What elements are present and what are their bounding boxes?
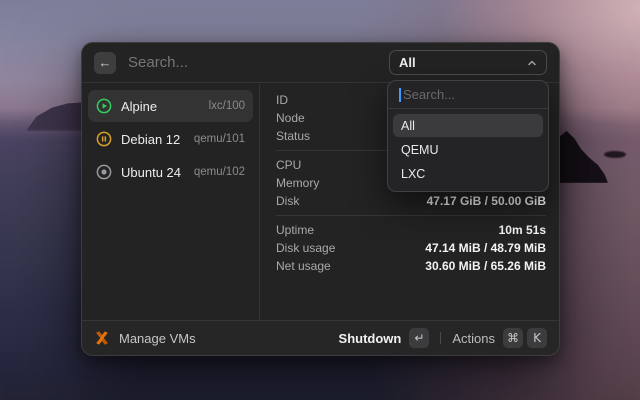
filter-search-input[interactable]: Search... bbox=[388, 81, 548, 109]
filter-option-qemu[interactable]: QEMU bbox=[393, 138, 543, 161]
back-button[interactable]: ← bbox=[94, 51, 116, 74]
list-item-debian[interactable]: Debian 12 qemu/101 bbox=[88, 123, 253, 155]
list-item-alpine[interactable]: Alpine lxc/100 bbox=[88, 90, 253, 122]
arrow-left-icon: ← bbox=[98, 55, 112, 70]
footer-actions: Shutdown ↵ Actions ⌘ K bbox=[339, 328, 547, 348]
vm-id-accessory: qemu/102 bbox=[193, 166, 245, 178]
detail-label: Node bbox=[276, 111, 305, 125]
detail-label: Disk usage bbox=[276, 241, 336, 255]
filter-selected-value: All bbox=[399, 55, 416, 70]
option-label: All bbox=[401, 118, 415, 133]
vm-id-accessory: lxc/100 bbox=[208, 100, 245, 112]
vm-name: Debian 12 bbox=[121, 131, 181, 147]
pause-circle-icon bbox=[96, 131, 112, 147]
launcher-window: ← Search... All Alpine lxc/100 Debian 12… bbox=[81, 42, 560, 356]
option-label: LXC bbox=[401, 166, 426, 181]
primary-action-button[interactable]: Shutdown bbox=[339, 331, 402, 346]
text-caret bbox=[399, 87, 401, 102]
filter-option-all[interactable]: All bbox=[393, 114, 543, 137]
header-bar: ← Search... All bbox=[82, 43, 559, 83]
search-input[interactable]: Search... bbox=[128, 54, 188, 71]
filter-options: All QEMU LXC bbox=[388, 109, 548, 191]
cmd-key-badge: ⌘ bbox=[503, 328, 523, 348]
detail-row-net-usage: Net usage 30.60 MiB / 65.26 MiB bbox=[276, 257, 546, 275]
return-key-badge: ↵ bbox=[409, 328, 430, 348]
vm-name: Alpine bbox=[121, 98, 158, 114]
detail-label: Status bbox=[276, 129, 311, 143]
detail-row-disk-usage: Disk usage 47.14 MiB / 48.79 MiB bbox=[276, 239, 546, 257]
vm-list: Alpine lxc/100 Debian 12 qemu/101 Ubuntu… bbox=[82, 84, 259, 320]
filter-dropdown-trigger[interactable]: All bbox=[389, 50, 547, 75]
detail-value: 47.14 MiB / 48.79 MiB bbox=[425, 241, 546, 255]
detail-label: Memory bbox=[276, 176, 320, 190]
vm-name: Ubuntu 24 bbox=[121, 164, 181, 180]
detail-group-divider bbox=[276, 215, 546, 216]
detail-label: Disk bbox=[276, 194, 300, 208]
app-title: Manage VMs bbox=[119, 330, 196, 346]
play-circle-icon bbox=[96, 98, 112, 114]
detail-row-uptime: Uptime 10m 51s bbox=[276, 221, 546, 239]
option-label: QEMU bbox=[401, 142, 439, 157]
detail-label: ID bbox=[276, 93, 288, 107]
proxmox-icon bbox=[94, 330, 110, 346]
detail-row-disk: Disk 47.17 GiB / 50.00 GiB bbox=[276, 192, 546, 210]
list-item-ubuntu[interactable]: Ubuntu 24 qemu/102 bbox=[88, 156, 253, 188]
footer-divider bbox=[440, 332, 442, 344]
vm-id-accessory: qemu/101 bbox=[193, 133, 245, 145]
stop-circle-icon bbox=[96, 164, 112, 180]
detail-label: Uptime bbox=[276, 223, 315, 237]
filter-popover: Search... All QEMU LXC bbox=[387, 80, 549, 192]
detail-value: 47.17 GiB / 50.00 GiB bbox=[426, 194, 546, 208]
chevron-up-icon bbox=[527, 58, 537, 68]
detail-label: CPU bbox=[276, 158, 302, 172]
filter-search-placeholder: Search... bbox=[403, 87, 456, 102]
actions-menu-button[interactable]: Actions bbox=[452, 331, 495, 346]
detail-label: Net usage bbox=[276, 259, 331, 273]
k-key-badge: K bbox=[527, 328, 547, 348]
detail-value: 30.60 MiB / 65.26 MiB bbox=[425, 259, 546, 273]
footer-bar: Manage VMs Shutdown ↵ Actions ⌘ K bbox=[82, 320, 559, 355]
filter-option-lxc[interactable]: LXC bbox=[393, 162, 543, 185]
detail-value: 10m 51s bbox=[498, 223, 546, 237]
